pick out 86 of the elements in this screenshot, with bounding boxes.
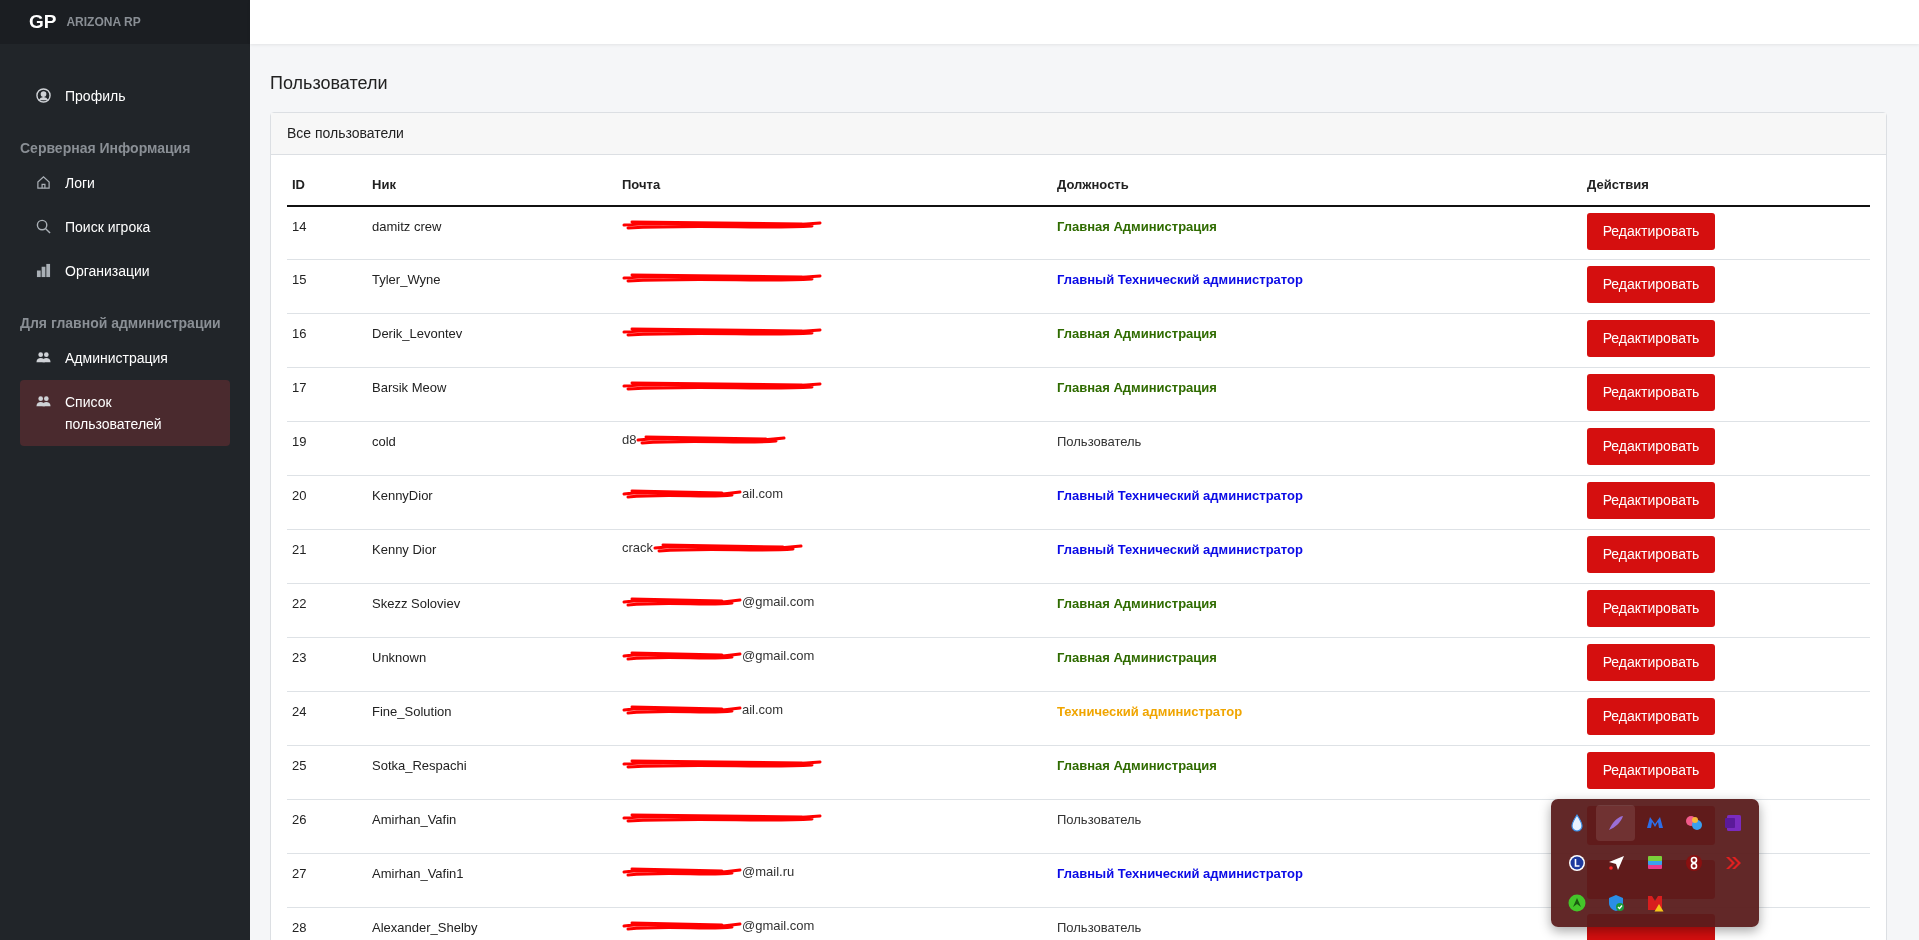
building-icon [36, 263, 51, 278]
email-text: crack [622, 539, 654, 558]
edit-button[interactable]: Редактировать [1587, 428, 1715, 465]
email-text: @gmail.com [742, 593, 815, 612]
id-text: 16 [292, 326, 307, 341]
card-header: Все пользователи [271, 113, 1886, 155]
search-icon [36, 219, 51, 234]
edit-button[interactable]: Редактировать [1587, 266, 1715, 303]
role-text: Главный Технический администратор [1057, 488, 1303, 503]
sidebar-item[interactable]: Администрация [20, 336, 230, 380]
nick-text: Kenny Dior [372, 542, 437, 557]
id-text: 24 [292, 704, 307, 719]
id-text: 22 [292, 596, 307, 611]
nick-text: Unknown [372, 650, 427, 665]
sidebar-heading: Серверная Информация [20, 139, 192, 158]
id-text: 26 [292, 812, 307, 827]
id-text: 17 [292, 380, 307, 395]
user-circle-icon [36, 88, 51, 103]
edit-button[interactable]: Редактировать [1587, 320, 1715, 357]
nick-text: Sotka_Respachi [372, 758, 467, 773]
column-header: Почта [617, 165, 1052, 206]
role-text: Главная Администрация [1057, 758, 1217, 773]
users-icon [36, 394, 51, 409]
edit-button[interactable]: Редактировать [1587, 482, 1715, 519]
id-text: 14 [292, 218, 307, 234]
column-header: Ник [367, 165, 617, 206]
clock-circle-icon[interactable] [1566, 853, 1587, 873]
nick-text: Amirhan_Vafin [372, 812, 457, 827]
page-title: Пользователи [270, 72, 389, 95]
role-text: Главная Администрация [1057, 596, 1217, 611]
nick-text: cold [372, 434, 396, 449]
sidebar-item[interactable]: Список пользователей [20, 380, 230, 446]
sidebar-item[interactable]: Организации [20, 249, 230, 293]
column-header: Должность [1052, 165, 1582, 206]
id-text: 21 [292, 542, 307, 557]
role-text: Технический администратор [1057, 704, 1243, 719]
nick-text: KennyDior [372, 488, 433, 503]
role-text: Главный Технический администратор [1057, 272, 1303, 287]
nick-text: Tyler_Wyne [372, 272, 441, 287]
sidebar-item[interactable]: Поиск игрока [20, 205, 230, 249]
nick-text: Fine_Solution [372, 704, 452, 719]
column-header: ID [287, 165, 367, 206]
nick-text: Skezz Soloviev [372, 596, 461, 611]
role-text: Пользователь [1057, 812, 1142, 827]
sidebar-heading: Для главной администрации [20, 314, 222, 333]
role-text: Главный Технический администратор [1057, 866, 1303, 881]
nick-text: Barsik Meow [372, 380, 447, 395]
id-text: 23 [292, 650, 307, 665]
email-text: @gmail.com [742, 917, 815, 936]
users-icon [36, 350, 51, 365]
role-text: Главная Администрация [1057, 326, 1217, 341]
logo-text: GP [29, 9, 57, 34]
nick-text: damitz crew [372, 218, 442, 234]
edit-button[interactable]: Редактировать [1587, 590, 1715, 627]
role-text: Пользователь [1057, 434, 1142, 449]
id-text: 28 [292, 920, 307, 935]
edit-button[interactable]: Редактировать [1587, 644, 1715, 681]
nick-text: Alexander_Shelby [372, 920, 478, 935]
email-text: @gmail.com [742, 647, 815, 666]
home-icon [36, 175, 51, 190]
email-text: ail.com [742, 701, 784, 720]
brand-name: ARIZONA RP [66, 14, 141, 31]
nick-text: Derik_Levontev [372, 326, 463, 341]
nick-text: Amirhan_Vafin1 [372, 866, 464, 881]
role-text: Главная Администрация [1057, 218, 1217, 234]
email-text: ail.com [742, 485, 784, 504]
id-text: 19 [292, 434, 307, 449]
edit-button[interactable]: Редактировать [1587, 212, 1715, 250]
sidebar-item[interactable]: Логи [20, 161, 230, 205]
column-header: Действия [1582, 165, 1870, 206]
id-text: 15 [292, 272, 307, 287]
role-text: Главный Технический администратор [1057, 542, 1303, 557]
role-text: Пользователь [1057, 920, 1142, 935]
email-text: @mail.ru [742, 863, 795, 882]
role-text: Главная Администрация [1057, 380, 1217, 395]
role-text: Главная Администрация [1057, 650, 1217, 665]
sidebar-item[interactable]: Профиль [20, 74, 230, 118]
edit-button[interactable]: Редактировать [1587, 698, 1715, 735]
edit-button[interactable]: Редактировать [1587, 374, 1715, 411]
edit-button[interactable]: Редактировать [1587, 536, 1715, 573]
id-text: 20 [292, 488, 307, 503]
shield-warning-icon[interactable] [1645, 893, 1665, 913]
id-text: 25 [292, 758, 307, 773]
email-text: d8 [622, 431, 637, 450]
id-text: 27 [292, 866, 307, 881]
edit-button[interactable]: Редактировать [1587, 752, 1715, 789]
